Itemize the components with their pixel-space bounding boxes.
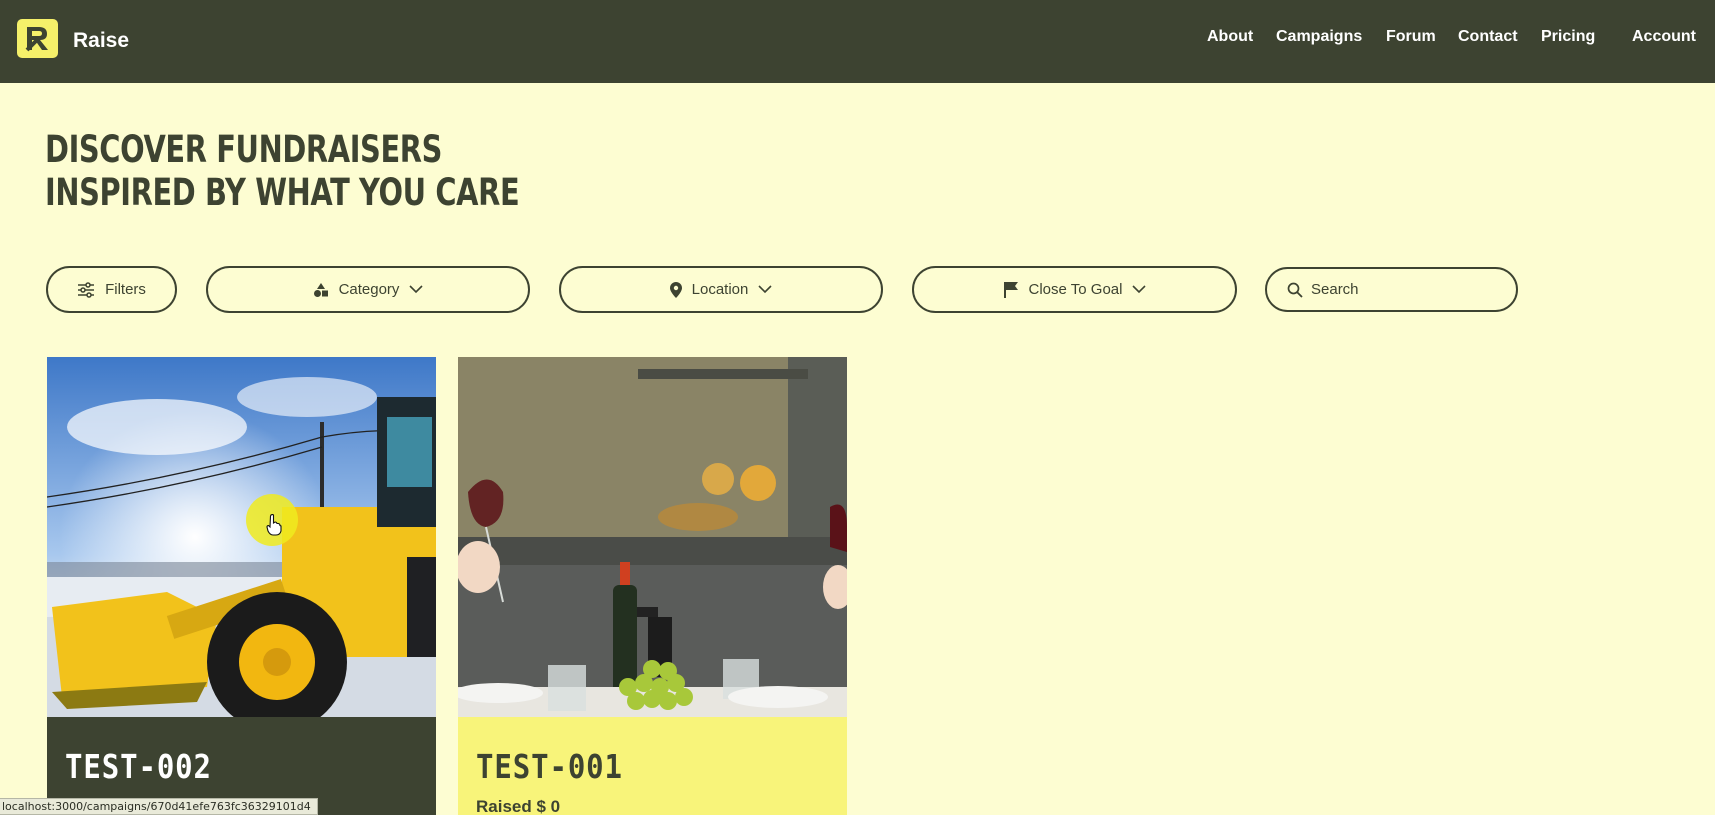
nav-campaigns[interactable]: Campaigns bbox=[1276, 28, 1362, 46]
search-box[interactable] bbox=[1265, 267, 1518, 312]
map-pin-icon bbox=[669, 281, 682, 298]
nav-pricing[interactable]: Pricing bbox=[1541, 28, 1595, 46]
nav-about[interactable]: About bbox=[1207, 28, 1253, 46]
sliders-icon bbox=[78, 281, 95, 298]
search-input[interactable] bbox=[1311, 281, 1501, 298]
campaign-raised-amount: Raised $ 0 bbox=[476, 797, 561, 815]
location-label: Location bbox=[691, 281, 749, 298]
top-navigation-bar: Raise About Campaigns Forum Contact Pric… bbox=[0, 0, 1715, 83]
campaign-card[interactable]: TEST-001 Raised $ 0 bbox=[458, 357, 847, 815]
snow-plow-loader-photo bbox=[47, 357, 436, 717]
brand-name[interactable]: Raise bbox=[73, 29, 129, 53]
wine-dinner-table-photo bbox=[458, 357, 847, 717]
nav-contact[interactable]: Contact bbox=[1458, 28, 1518, 46]
category-label: Category bbox=[338, 281, 400, 298]
campaign-card[interactable]: TEST-002 bbox=[47, 357, 436, 815]
page-heading-line-1: DISCOVER FUNDRAISERS bbox=[45, 128, 443, 171]
campaign-card-body: TEST-001 Raised $ 0 bbox=[458, 717, 847, 815]
location-dropdown[interactable]: Location bbox=[559, 266, 883, 313]
sort-dropdown[interactable]: Close To Goal bbox=[912, 266, 1237, 313]
chevron-down-icon bbox=[758, 285, 772, 294]
campaign-title[interactable]: TEST-001 bbox=[476, 747, 623, 786]
chevron-down-icon bbox=[409, 285, 424, 294]
nav-account[interactable]: Account bbox=[1632, 28, 1696, 46]
page-heading: DISCOVER FUNDRAISERS INSPIRED BY WHAT YO… bbox=[45, 128, 520, 214]
sort-label: Close To Goal bbox=[1028, 281, 1123, 298]
shapes-icon bbox=[313, 282, 328, 297]
hand-pointer-icon bbox=[266, 514, 282, 536]
filters-button[interactable]: Filters bbox=[46, 266, 177, 313]
search-icon bbox=[1287, 282, 1303, 298]
page-heading-line-2: INSPIRED BY WHAT YOU CARE bbox=[45, 171, 520, 214]
filters-label: Filters bbox=[105, 281, 146, 298]
nav-forum[interactable]: Forum bbox=[1386, 28, 1436, 46]
chevron-down-icon bbox=[1132, 285, 1147, 294]
category-dropdown[interactable]: Category bbox=[206, 266, 530, 313]
status-bar-url: localhost:3000/campaigns/670d41efe763fc3… bbox=[0, 798, 318, 815]
raise-logo-icon[interactable] bbox=[17, 19, 58, 58]
campaign-title[interactable]: TEST-002 bbox=[65, 747, 212, 786]
flag-icon bbox=[1003, 281, 1018, 298]
